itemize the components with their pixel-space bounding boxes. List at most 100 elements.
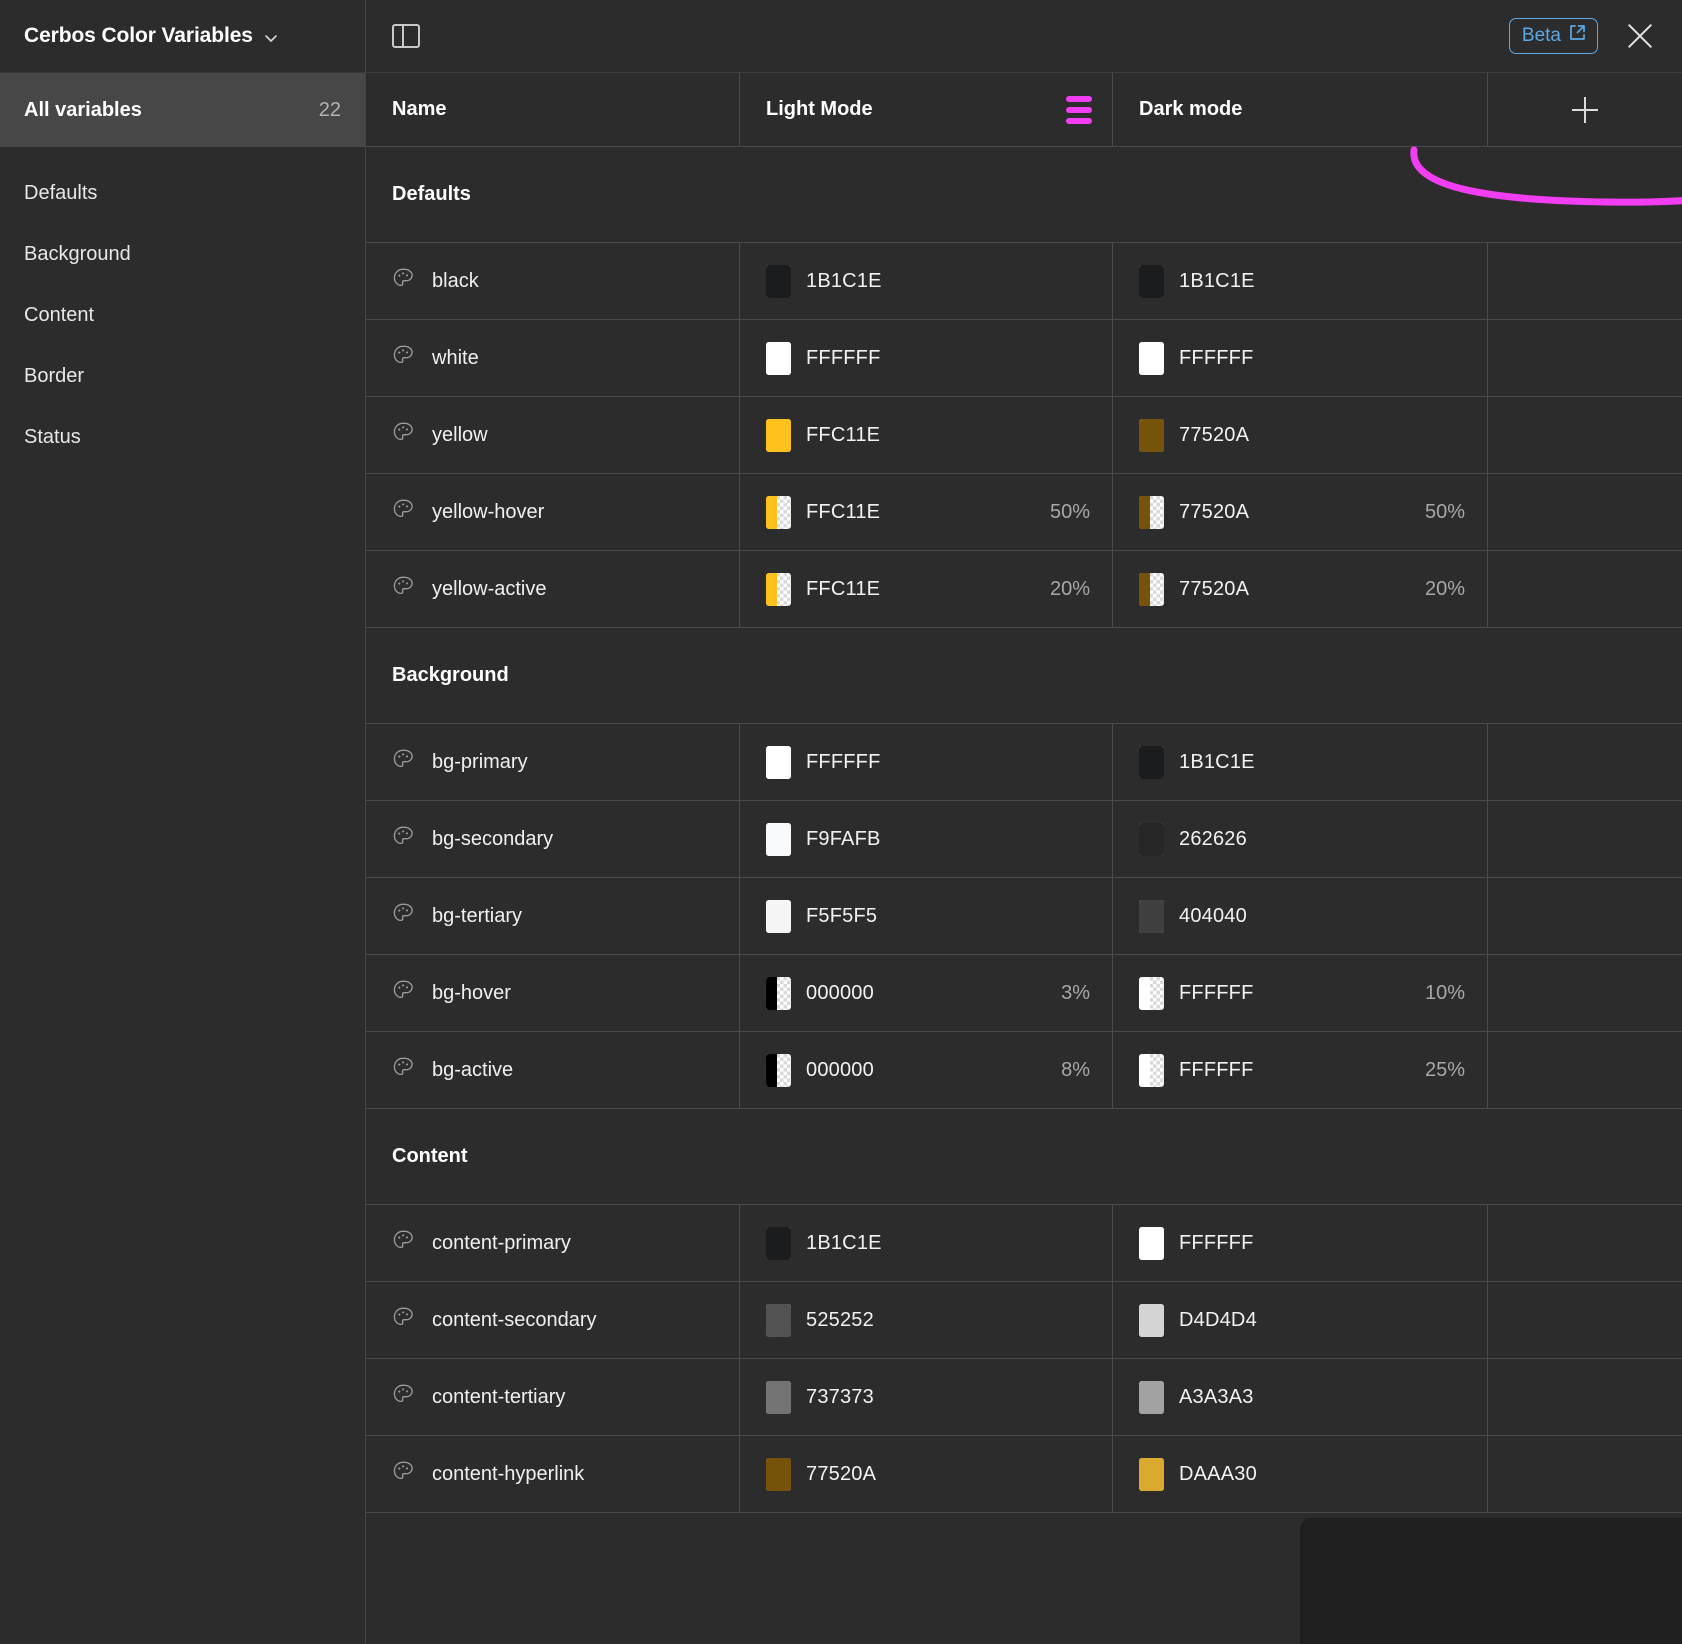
table-row[interactable]: content-primary1B1C1EFFFFFF [366,1205,1682,1282]
color-swatch[interactable] [766,496,791,529]
cell-light-bg-hover[interactable]: 0000003% [740,955,1113,1031]
color-swatch[interactable] [1139,823,1164,856]
color-swatch[interactable] [766,265,791,298]
collection-header[interactable]: Cerbos Color Variables [0,0,365,73]
cell-light-yellow-active[interactable]: FFC11E20% [740,551,1113,627]
color-swatch[interactable] [766,823,791,856]
color-swatch[interactable] [1139,419,1164,452]
table-row[interactable]: bg-hover0000003%FFFFFF10% [366,955,1682,1032]
color-swatch[interactable] [766,900,791,933]
cell-dark-bg-hover[interactable]: FFFFFF10% [1113,955,1488,1031]
cell-dark-bg-active[interactable]: FFFFFF25% [1113,1032,1488,1108]
cell-trailing[interactable] [1488,397,1682,473]
chevron-down-icon[interactable] [264,31,278,45]
table-row[interactable]: content-tertiary737373A3A3A3 [366,1359,1682,1436]
beta-badge[interactable]: Beta [1509,18,1598,54]
table-row[interactable]: yellow-hoverFFC11E50%77520A50% [366,474,1682,551]
cell-light-content-primary[interactable]: 1B1C1E [740,1205,1113,1281]
color-swatch[interactable] [766,1227,791,1260]
cell-light-bg-secondary[interactable]: F9FAFB [740,801,1113,877]
sidebar-toggle-icon[interactable] [392,24,420,48]
cell-light-content-secondary[interactable]: 525252 [740,1282,1113,1358]
sidebar-item-defaults[interactable]: Defaults [0,163,365,224]
cell-dark-bg-tertiary[interactable]: 404040 [1113,878,1488,954]
color-swatch[interactable] [1139,900,1164,933]
column-header-light-mode[interactable]: Light Mode [740,73,1113,146]
color-swatch[interactable] [1139,1054,1164,1087]
column-header-dark-mode[interactable]: Dark mode [1113,73,1488,146]
cell-dark-black[interactable]: 1B1C1E [1113,243,1488,319]
add-mode-column[interactable] [1488,73,1682,146]
cell-trailing[interactable] [1488,955,1682,1031]
cell-trailing[interactable] [1488,1436,1682,1512]
cell-light-white[interactable]: FFFFFF [740,320,1113,396]
cell-trailing[interactable] [1488,1282,1682,1358]
sidebar-item-background[interactable]: Background [0,224,365,285]
color-swatch[interactable] [1139,977,1164,1010]
cell-name[interactable]: content-secondary [366,1282,740,1358]
color-swatch[interactable] [766,1458,791,1491]
sidebar-item-status[interactable]: Status [0,407,365,468]
cell-name[interactable]: content-tertiary [366,1359,740,1435]
cell-light-yellow-hover[interactable]: FFC11E50% [740,474,1113,550]
color-swatch[interactable] [766,977,791,1010]
cell-name[interactable]: black [366,243,740,319]
table-row[interactable]: black1B1C1E1B1C1E [366,243,1682,320]
color-swatch[interactable] [766,746,791,779]
cell-trailing[interactable] [1488,1359,1682,1435]
color-swatch[interactable] [1139,573,1164,606]
table-row[interactable]: whiteFFFFFFFFFFFF [366,320,1682,397]
cell-light-black[interactable]: 1B1C1E [740,243,1113,319]
table-row[interactable]: yellowFFC11E77520A [366,397,1682,474]
table-row[interactable]: bg-primaryFFFFFF1B1C1E [366,724,1682,801]
cell-dark-content-primary[interactable]: FFFFFF [1113,1205,1488,1281]
color-swatch[interactable] [1139,746,1164,779]
color-swatch[interactable] [1139,496,1164,529]
cell-trailing[interactable] [1488,1205,1682,1281]
cell-name[interactable]: content-primary [366,1205,740,1281]
color-swatch[interactable] [766,419,791,452]
bottom-right-popup[interactable] [1300,1518,1682,1644]
color-swatch[interactable] [1139,1381,1164,1414]
cell-name[interactable]: content-hyperlink [366,1436,740,1512]
cell-trailing[interactable] [1488,474,1682,550]
color-swatch[interactable] [766,342,791,375]
color-swatch[interactable] [766,573,791,606]
sidebar-item-border[interactable]: Border [0,346,365,407]
cell-trailing[interactable] [1488,243,1682,319]
cell-trailing[interactable] [1488,724,1682,800]
color-swatch[interactable] [766,1381,791,1414]
cell-name[interactable]: yellow-active [366,551,740,627]
cell-light-yellow[interactable]: FFC11E [740,397,1113,473]
color-swatch[interactable] [1139,1227,1164,1260]
close-icon[interactable] [1624,20,1656,52]
color-swatch[interactable] [1139,265,1164,298]
cell-dark-content-hyperlink[interactable]: DAAA30 [1113,1436,1488,1512]
cell-trailing[interactable] [1488,320,1682,396]
cell-name[interactable]: bg-secondary [366,801,740,877]
cell-light-bg-primary[interactable]: FFFFFF [740,724,1113,800]
color-swatch[interactable] [766,1054,791,1087]
table-row[interactable]: bg-active0000008%FFFFFF25% [366,1032,1682,1109]
color-swatch[interactable] [766,1304,791,1337]
cell-name[interactable]: bg-hover [366,955,740,1031]
cell-name[interactable]: white [366,320,740,396]
table-row[interactable]: bg-tertiaryF5F5F5404040 [366,878,1682,955]
table-row[interactable]: content-secondary525252D4D4D4 [366,1282,1682,1359]
cell-name[interactable]: yellow-hover [366,474,740,550]
color-swatch[interactable] [1139,342,1164,375]
column-header-name[interactable]: Name [366,73,740,146]
cell-dark-white[interactable]: FFFFFF [1113,320,1488,396]
cell-dark-yellow-hover[interactable]: 77520A50% [1113,474,1488,550]
cell-dark-bg-secondary[interactable]: 262626 [1113,801,1488,877]
cell-light-content-tertiary[interactable]: 737373 [740,1359,1113,1435]
plus-icon[interactable] [1570,95,1600,125]
cell-light-content-hyperlink[interactable]: 77520A [740,1436,1113,1512]
cell-dark-yellow[interactable]: 77520A [1113,397,1488,473]
cell-name[interactable]: bg-primary [366,724,740,800]
cell-dark-bg-primary[interactable]: 1B1C1E [1113,724,1488,800]
cell-dark-yellow-active[interactable]: 77520A20% [1113,551,1488,627]
color-swatch[interactable] [1139,1304,1164,1337]
sidebar-item-content[interactable]: Content [0,285,365,346]
color-swatch[interactable] [1139,1458,1164,1491]
